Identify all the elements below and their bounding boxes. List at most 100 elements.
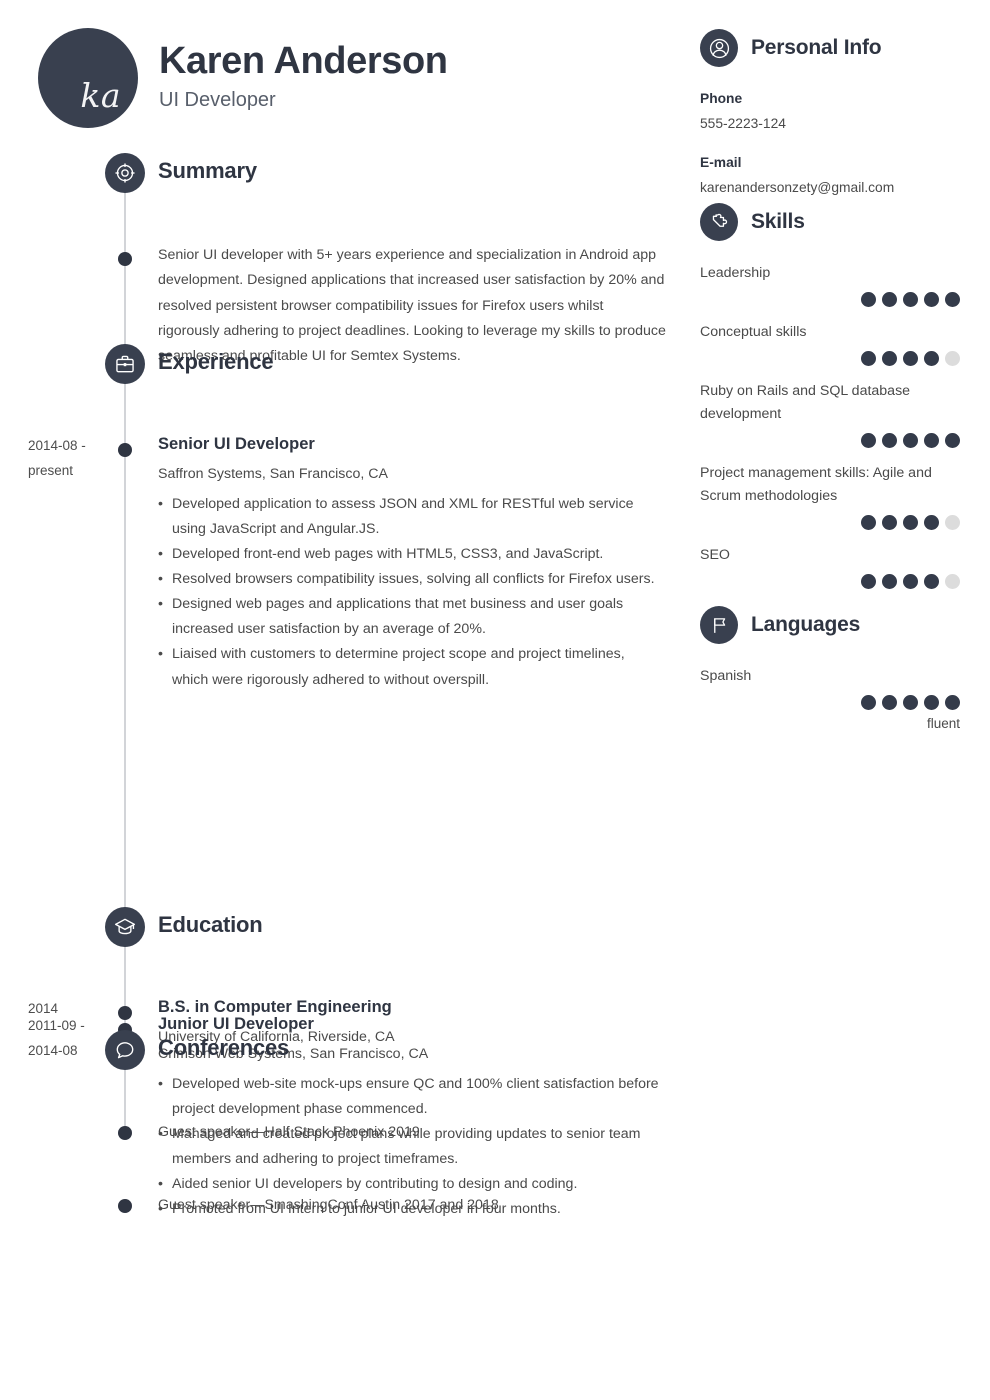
rating-dot (861, 351, 876, 366)
section-header-skills: Skills (700, 202, 990, 242)
rating-dot (882, 695, 897, 710)
section-title-education: Education (158, 912, 263, 937)
skill-rating (700, 351, 960, 366)
rating-dot (924, 574, 939, 589)
info-label: E-mail (700, 155, 742, 171)
section-header-languages: Languages (700, 605, 990, 645)
skill-item: Leadership (700, 262, 990, 307)
resume-header: ka Karen Anderson UI Developer (38, 28, 448, 128)
list-item: Developed front-end web pages with HTML5… (158, 542, 663, 567)
header-text: Karen Anderson UI Developer (159, 40, 448, 116)
rating-dot (924, 515, 939, 530)
rating-dot (903, 695, 918, 710)
rating-dot (882, 292, 897, 307)
main-column: ka Karen Anderson UI Developer Summary S… (0, 0, 690, 1400)
rating-dot (924, 351, 939, 366)
list-item: Guest speaker—SmashingConf Austin 2017 a… (158, 1197, 499, 1213)
skill-item: Project management skills: Agile and Scr… (700, 462, 990, 530)
rating-dot (903, 433, 918, 448)
section-skills: Skills Leadership Conceptual skills Ruby… (700, 202, 990, 589)
rating-dot (945, 695, 960, 710)
list-item: Developed application to assess JSON and… (158, 492, 663, 542)
skill-name: Ruby on Rails and SQL database developme… (700, 383, 911, 422)
skill-rating (700, 292, 960, 307)
skill-name: Leadership (700, 265, 771, 281)
rating-dot-empty (945, 515, 960, 530)
section-header-conferences: Conferences (0, 1030, 690, 1072)
page-title: Karen Anderson (159, 40, 448, 83)
puzzle-piece-icon (700, 203, 738, 241)
timeline-dot (118, 443, 132, 457)
skill-name: SEO (700, 547, 730, 563)
info-value[interactable]: 555-2223-124 (700, 113, 990, 135)
rating-dot (861, 515, 876, 530)
conference-entry: Guest speaker—SmashingConf Austin 2017 a… (0, 1112, 690, 1213)
job-company: Saffron Systems, San Francisco, CA (158, 466, 388, 483)
info-field: E-mail karenandersonzety@gmail.com (700, 152, 990, 199)
experience-entry: 2011-09 - 2014-08 Junior UI Developer Cr… (0, 676, 690, 1223)
briefcase-icon (105, 344, 145, 384)
rating-dot (924, 292, 939, 307)
avatar: ka (38, 28, 138, 128)
timeline-dot (118, 1199, 132, 1213)
skill-name: Conceptual skills (700, 324, 807, 340)
conference-entry: Guest speaker—Half Stack Phoenix 2019 (0, 1072, 690, 1140)
rating-dot (861, 433, 876, 448)
avatar-monogram: ka (80, 76, 121, 115)
section-title-skills: Skills (751, 210, 805, 233)
language-name: Spanish (700, 668, 752, 684)
list-item: Aided senior UI developers by contributi… (158, 1172, 663, 1197)
rating-dot (882, 351, 897, 366)
summary-entry: Senior UI developer with 5+ years experi… (0, 195, 690, 364)
language-rating (700, 695, 960, 710)
section-conferences: Conferences Guest speaker—Half Stack Pho… (0, 1030, 690, 1213)
info-label: Phone (700, 91, 743, 106)
list-item: Designed web pages and applications that… (158, 592, 663, 642)
sidebar-column: Personal Info Phone 555-2223-124 E-mail … (700, 0, 990, 1400)
section-experience: Experience 2014-08 - present Senior UI D… (0, 344, 690, 1223)
section-title-conferences: Conferences (158, 1035, 290, 1060)
rating-dot (882, 574, 897, 589)
skill-rating (700, 515, 960, 530)
rating-dot (882, 515, 897, 530)
rating-dot (861, 292, 876, 307)
target-icon (105, 153, 145, 193)
section-header-education: Education (0, 907, 690, 949)
language-level: fluent (926, 716, 960, 731)
section-header-experience: Experience (0, 344, 690, 386)
rating-dot (924, 433, 939, 448)
skill-item: Ruby on Rails and SQL database developme… (700, 380, 990, 448)
section-header-summary: Summary (0, 153, 690, 195)
job-title: UI Developer (159, 88, 276, 111)
rating-dot-empty (945, 351, 960, 366)
job-title-text: Senior UI Developer (158, 435, 315, 453)
info-field: Phone 555-2223-124 (700, 88, 990, 135)
section-header-personal-info: Personal Info (700, 28, 990, 68)
skill-rating (700, 574, 960, 589)
skill-item: Conceptual skills (700, 321, 990, 366)
rating-dot (945, 292, 960, 307)
skill-rating (700, 433, 960, 448)
section-languages: Languages Spanish fluent (700, 605, 990, 731)
rating-dot (903, 292, 918, 307)
person-icon (700, 29, 738, 67)
timeline-dot (118, 252, 132, 266)
resume-page: ka Karen Anderson UI Developer Summary S… (0, 0, 990, 1400)
section-summary: Summary Senior UI developer with 5+ year… (0, 153, 690, 364)
speech-bubble-icon (105, 1030, 145, 1070)
graduation-cap-icon (105, 907, 145, 947)
section-title-summary: Summary (158, 158, 257, 183)
degree-title: B.S. in Computer Engineering (158, 998, 392, 1016)
section-personal-info: Personal Info Phone 555-2223-124 E-mail … (700, 28, 990, 199)
info-value[interactable]: karenandersonzety@gmail.com (700, 177, 990, 199)
rating-dot (903, 351, 918, 366)
skill-name: Project management skills: Agile and Scr… (700, 465, 932, 504)
rating-dot (861, 695, 876, 710)
job-bullets: Developed application to assess JSON and… (158, 492, 663, 693)
flag-icon (700, 606, 738, 644)
language-item: Spanish fluent (700, 665, 990, 731)
rating-dot (861, 574, 876, 589)
experience-body: Senior UI Developer Saffron Systems, San… (158, 434, 663, 693)
section-title-personal-info: Personal Info (751, 36, 882, 59)
rating-dot (903, 515, 918, 530)
